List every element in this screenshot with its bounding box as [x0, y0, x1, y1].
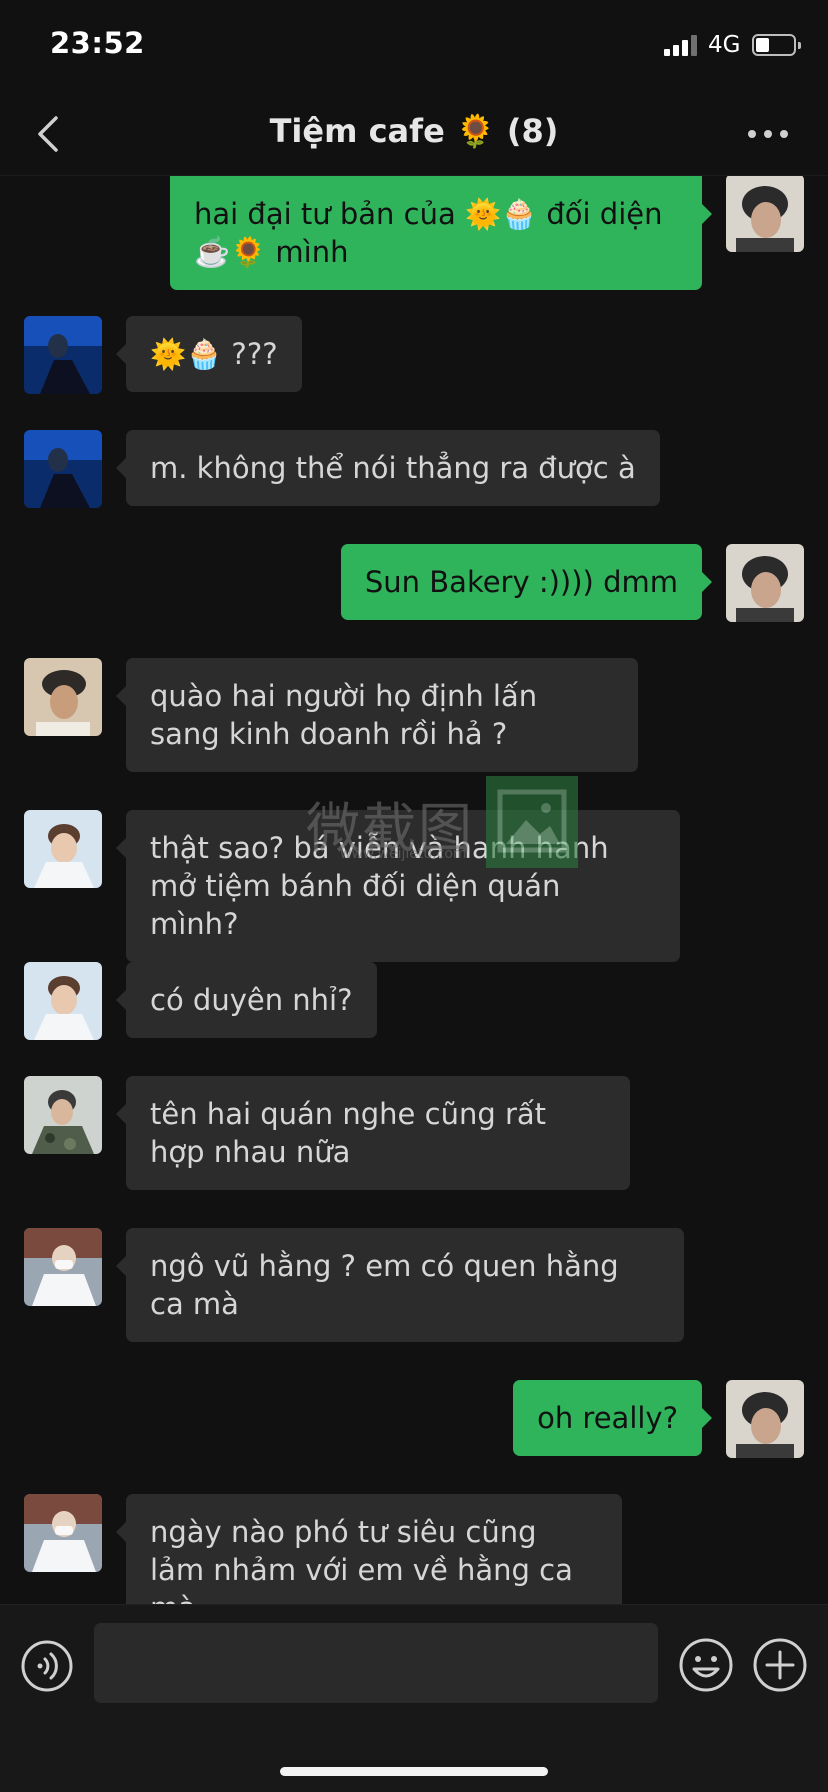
message-bubble-outgoing[interactable]: Sun Bakery :)))) dmm	[340, 544, 713, 620]
more-dots-icon[interactable]	[744, 116, 792, 152]
avatar-member-white[interactable]	[24, 962, 102, 1040]
chat-title: Tiệm cafe 🌻 (8)	[269, 112, 559, 150]
avatar-self[interactable]	[726, 176, 804, 252]
avatar-self[interactable]	[726, 544, 804, 622]
message-bubble-incoming[interactable]: tên hai quán nghe cũng rất hợp nhau nữa	[116, 1076, 630, 1190]
status-bar: 23:52 4G	[0, 0, 828, 92]
message-list[interactable]: hai đại tư bản của 🌞🧁 đối diện ☕️🌻 mình …	[0, 176, 828, 1604]
home-indicator[interactable]	[280, 1767, 548, 1776]
message-bubble-outgoing[interactable]: oh really?	[513, 1380, 712, 1456]
avatar-member-mask[interactable]	[24, 1228, 102, 1306]
avatar-member-blue[interactable]	[24, 430, 102, 508]
voice-wave-icon[interactable]	[20, 1639, 74, 1693]
avatar-self[interactable]	[726, 1380, 804, 1458]
plus-circle-icon[interactable]	[752, 1637, 808, 1693]
message-bubble-outgoing[interactable]: hai đại tư bản của 🌞🧁 đối diện ☕️🌻 mình	[170, 176, 712, 290]
battery-icon	[752, 34, 801, 56]
avatar-member-cap[interactable]	[24, 658, 102, 736]
message-input[interactable]	[94, 1623, 658, 1703]
network-type: 4G	[708, 32, 741, 58]
status-time: 23:52	[50, 26, 145, 60]
image-icon	[486, 776, 578, 868]
watermark: 微截图 www.weijietu.com	[300, 776, 590, 876]
avatar-member-mask[interactable]	[24, 1494, 102, 1572]
avatar-member-blue[interactable]	[24, 316, 102, 394]
message-bubble-incoming[interactable]: ngày nào phó tư siêu cũng lảm nhảm với e…	[116, 1494, 622, 1604]
input-bar	[0, 1604, 828, 1792]
watermark-url: www.weijietu.com	[340, 846, 467, 862]
message-bubble-incoming[interactable]: m. không thể nói thẳng ra được à	[116, 430, 660, 506]
message-bubble-incoming[interactable]: quào hai người họ định lấn sang kinh doa…	[116, 658, 638, 772]
avatar-member-white[interactable]	[24, 810, 102, 888]
avatar-member-camo[interactable]	[24, 1076, 102, 1154]
smiley-icon[interactable]	[678, 1637, 734, 1693]
nav-bar: Tiệm cafe 🌻 (8)	[0, 92, 828, 176]
signal-strength-icon	[664, 34, 698, 56]
message-bubble-incoming[interactable]: có duyên nhỉ?	[116, 962, 377, 1038]
message-bubble-incoming[interactable]: ngô vũ hằng ? em có quen hằng ca mà	[116, 1228, 684, 1342]
message-bubble-incoming[interactable]: 🌞🧁 ???	[116, 316, 302, 392]
